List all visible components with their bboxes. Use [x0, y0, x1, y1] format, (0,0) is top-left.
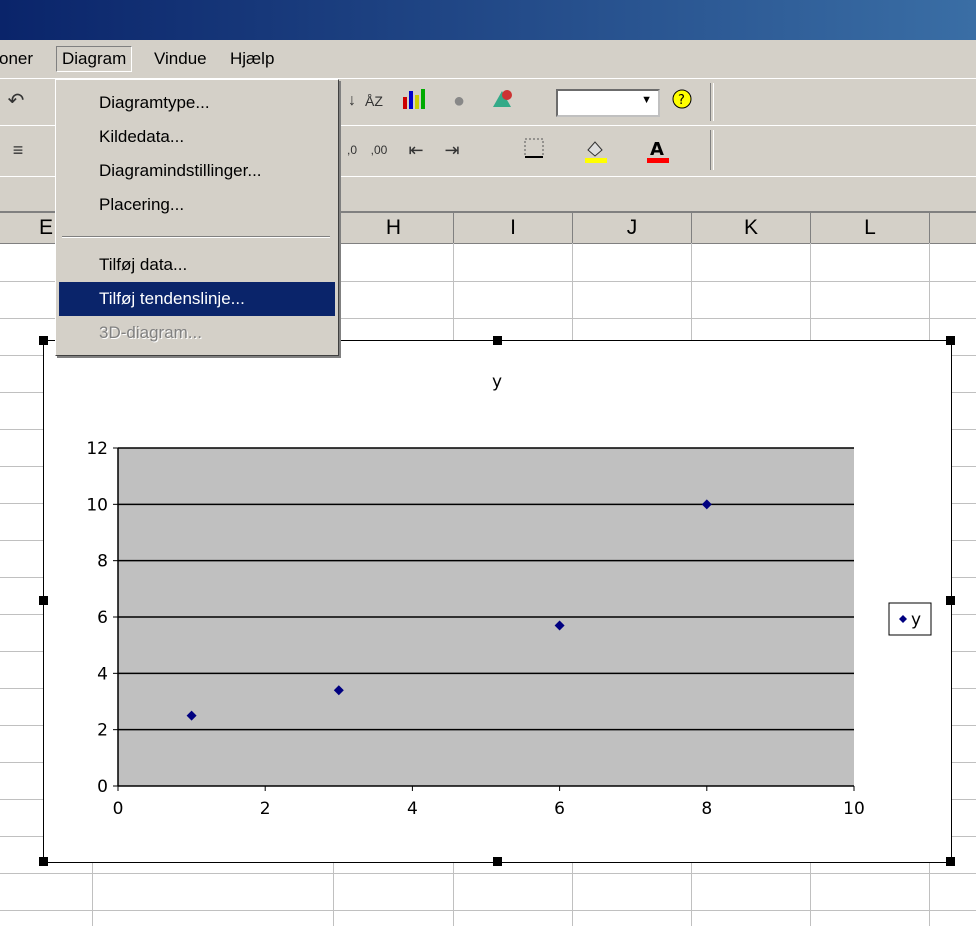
y-tick-label: 2 — [97, 721, 108, 741]
menu-item-chart-type[interactable]: Diagramtype... — [59, 86, 335, 120]
chart-resize-handle[interactable] — [493, 857, 502, 866]
chart-resize-handle[interactable] — [493, 336, 502, 345]
grid-line — [0, 873, 976, 874]
column-header-l[interactable]: L — [811, 213, 930, 244]
borders-icon[interactable] — [520, 136, 548, 164]
menu-separator — [62, 236, 330, 238]
x-tick-label: 6 — [554, 799, 565, 819]
toolbar-separator — [710, 83, 714, 121]
menu-bar: oner Diagram Vindue Hjælp — [0, 40, 976, 79]
y-tick-label: 10 — [86, 495, 108, 515]
help-icon[interactable]: ? — [668, 87, 696, 115]
increase-decimal-icon[interactable]: ,0 — [338, 136, 366, 164]
menu-item-3d-view: 3D-diagram... — [99, 323, 202, 342]
decrease-indent-icon[interactable]: ⇤ — [402, 136, 430, 164]
y-tick-label: 8 — [97, 552, 108, 572]
fill-color-icon[interactable] — [582, 136, 610, 164]
decrease-decimal-icon[interactable]: ,00 — [365, 136, 393, 164]
map-icon[interactable]: ● — [445, 87, 473, 115]
y-tick-label: 12 — [86, 439, 108, 459]
chevron-down-icon: ▼ — [641, 94, 652, 106]
x-tick-label: 10 — [843, 799, 865, 819]
menu-item-add-data[interactable]: Tilføj data... — [59, 248, 335, 282]
x-tick-label: 4 — [407, 799, 418, 819]
column-header-j[interactable]: J — [573, 213, 692, 244]
menu-item-location[interactable]: Placering... — [59, 188, 335, 222]
y-tick-label: 0 — [97, 777, 108, 797]
y-tick-label: 4 — [97, 664, 108, 684]
legend-label: y — [911, 610, 921, 630]
chart-resize-handle[interactable] — [39, 336, 48, 345]
font-color-icon[interactable]: A — [644, 136, 672, 164]
align-left-icon[interactable]: ≡ — [4, 136, 32, 164]
x-tick-label: 0 — [113, 799, 124, 819]
chart-resize-handle[interactable] — [946, 596, 955, 605]
svg-text:A: A — [650, 139, 664, 160]
chart-resize-handle[interactable] — [946, 857, 955, 866]
toolbar-separator — [710, 130, 714, 170]
zoom-dropdown[interactable]: ▼ — [556, 89, 660, 117]
chart-resize-handle[interactable] — [39, 857, 48, 866]
menu-window[interactable]: Vindue — [149, 47, 212, 71]
sort-descending-icon[interactable]: ÅZ — [360, 87, 388, 115]
menu-diagram[interactable]: Diagram — [56, 46, 133, 72]
column-header-m[interactable] — [930, 213, 976, 244]
window-title-bar — [0, 0, 976, 40]
column-header-h[interactable]: H — [334, 213, 454, 244]
legend-box — [888, 602, 932, 636]
increase-indent-icon[interactable]: ⇥ — [438, 136, 466, 164]
x-tick-label: 2 — [260, 799, 271, 819]
column-header-i[interactable]: I — [454, 213, 573, 244]
chart-title: y — [492, 372, 502, 392]
undo-icon[interactable]: ↶ — [2, 87, 30, 115]
menu-item-add-trendline[interactable]: Tilføj tendenslinje... — [59, 282, 335, 316]
chart-resize-handle[interactable] — [946, 336, 955, 345]
grid-line — [0, 910, 976, 911]
drawing-icon[interactable] — [488, 87, 516, 115]
y-tick-label: 6 — [97, 608, 108, 628]
column-header-k[interactable]: K — [692, 213, 811, 244]
scatter-chart[interactable]: y 0 2 4 6 8 10 12 0 2 4 6 8 10 y — [44, 341, 951, 862]
menu-item-chart-options[interactable]: Diagramindstillinger... — [59, 154, 335, 188]
menu-help[interactable]: Hjælp — [225, 47, 279, 71]
svg-text:?: ? — [678, 93, 685, 108]
chart-area[interactable]: y 0 2 4 6 8 10 12 0 2 4 6 8 10 y — [43, 340, 952, 863]
menu-item-source-data[interactable]: Kildedata... — [59, 120, 335, 154]
chart-wizard-icon[interactable] — [400, 87, 428, 115]
chart-resize-handle[interactable] — [39, 596, 48, 605]
diagram-menu: Diagramtype... Kildedata... Diagramindst… — [55, 79, 339, 356]
menu-options[interactable]: oner — [0, 47, 38, 71]
x-tick-label: 8 — [701, 799, 712, 819]
